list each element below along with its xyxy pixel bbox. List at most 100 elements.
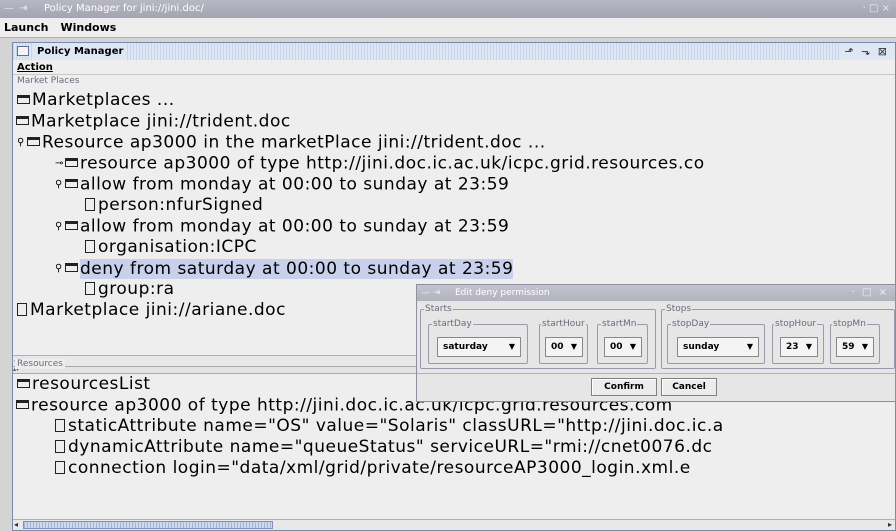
tree-node-label: resource ap3000 of type http://jini.doc.… xyxy=(80,153,705,174)
tree-leaf-node[interactable]: organisation:ICPC xyxy=(85,237,257,258)
dialog-buttons[interactable]: · □ × xyxy=(852,285,889,301)
dialog-separator xyxy=(417,373,895,374)
folder-icon xyxy=(16,400,29,409)
tree-node-label: deny from saturday at 00:00 to sunday at… xyxy=(80,258,514,279)
starts-label: Starts xyxy=(424,304,453,314)
folder-icon xyxy=(17,378,30,388)
start-hour-value: 00 xyxy=(551,342,564,352)
internal-frame-titlebar[interactable]: Policy Manager ⬏ ⬎ ⊠ xyxy=(13,43,895,60)
tree-folder-node[interactable]: ⚲ allow from monday at 00:00 to sunday at… xyxy=(55,174,509,195)
tree-folder-node[interactable]: resourcesList xyxy=(17,374,151,395)
menu-action[interactable]: Action xyxy=(17,62,53,73)
expand-handle-icon[interactable]: ⚲ xyxy=(55,216,65,237)
tree-node-label: Marketplace jini://ariane.doc xyxy=(30,300,286,320)
resources-hscroll-thumb[interactable] xyxy=(23,521,273,529)
tree-node-label: person:nfurSigned xyxy=(98,195,264,215)
tree-leaf-node[interactable]: connection login="data/xml/grid/private/… xyxy=(55,458,691,479)
resources-label: Resources xyxy=(15,359,65,369)
start-day-group: startDay saturday ▼ xyxy=(428,319,528,364)
start-mn-value: 00 xyxy=(610,342,623,352)
tree-folder-node[interactable]: ⚲ deny from saturday at 00:00 to sunday a… xyxy=(55,258,514,279)
stop-day-select[interactable]: sunday ▼ xyxy=(677,337,759,357)
menu-windows[interactable]: Windows xyxy=(60,21,116,34)
stops-group: Stops stopDay sunday ▼ stopHour 23 ▼ stopM… xyxy=(661,304,895,369)
stop-day-group: stopDay sunday ▼ xyxy=(667,319,765,364)
stop-hour-group: stopHour 23 ▼ xyxy=(772,319,824,364)
tree-leaf-node[interactable]: staticAttribute name="OS" value="Solaris… xyxy=(55,416,724,437)
stop-day-label: stopDay xyxy=(671,319,711,329)
expand-handle-icon[interactable]: ⚲ xyxy=(17,132,27,153)
document-icon xyxy=(85,239,95,253)
folder-icon xyxy=(65,158,78,167)
stop-mn-group: stopMn 59 ▼ xyxy=(830,319,880,364)
tree-leaf-node[interactable]: person:nfurSigned xyxy=(85,195,263,216)
internal-frame-title: Policy Manager xyxy=(33,43,128,60)
chevron-down-icon: ▼ xyxy=(570,342,577,351)
chevron-down-icon: ▼ xyxy=(805,342,812,351)
tree-leaf-node[interactable]: dynamicAttribute name="queueStatus" serv… xyxy=(55,437,712,458)
tree-node-label: Resource ap3000 in the marketPlace jini:… xyxy=(42,132,546,153)
stop-mn-select[interactable]: 59 ▼ xyxy=(836,337,874,357)
tree-folder-node[interactable]: Marketplaces ... xyxy=(17,90,175,111)
tree-node-label: staticAttribute name="OS" value="Solaris… xyxy=(68,416,724,436)
cancel-button[interactable]: Cancel xyxy=(661,378,717,396)
stops-label: Stops xyxy=(665,304,693,314)
folder-icon xyxy=(65,179,78,188)
tree-folder-node[interactable]: ⚲Marketplace jini://trident.doc xyxy=(13,111,291,132)
start-hour-group: startHour 00 ▼ xyxy=(539,319,588,364)
start-hour-label: startHour xyxy=(541,319,586,329)
tree-folder-node[interactable]: ⚲ allow from monday at 00:00 to sunday at… xyxy=(55,216,509,237)
stop-hour-select[interactable]: 23 ▼ xyxy=(780,337,818,357)
window-titlebar[interactable]: — ⇥ Policy Manager for jini://jini.doc/ … xyxy=(0,0,896,18)
document-icon xyxy=(17,302,27,316)
chevron-down-icon: ▼ xyxy=(746,342,753,351)
stop-mn-label: stopMn xyxy=(832,319,867,329)
starts-group: Starts startDay saturday ▼ startHour 00 ▼ … xyxy=(420,304,656,369)
folder-icon xyxy=(65,263,78,272)
tree-node-label: allow from monday at 00:00 to sunday at … xyxy=(80,174,510,195)
folder-icon xyxy=(65,221,78,230)
tree-node-label: Marketplace jini://trident.doc xyxy=(31,111,291,132)
tree-folder-node[interactable]: ⊸ resource ap3000 of type http://jini.doc… xyxy=(55,153,705,174)
menubar: Launch Windows xyxy=(0,18,896,38)
start-mn-select[interactable]: 00 ▼ xyxy=(604,337,642,357)
tree-node-label: dynamicAttribute name="queueStatus" serv… xyxy=(68,437,713,457)
start-day-select[interactable]: saturday ▼ xyxy=(437,337,521,357)
folder-icon xyxy=(27,137,40,146)
action-menubar: Action xyxy=(13,60,895,75)
tree-node-label: resourcesList xyxy=(32,374,151,394)
tree-node-label: connection login="data/xml/grid/private/… xyxy=(68,458,691,478)
folder-icon xyxy=(17,94,30,104)
window-title: Policy Manager for jini://jini.doc/ xyxy=(44,3,204,14)
window-menu-control[interactable]: — ⇥ xyxy=(4,0,29,18)
document-icon xyxy=(85,197,95,211)
expand-handle-icon[interactable]: ⚲ xyxy=(55,174,65,195)
tree-folder-node[interactable]: ⚲ Resource ap3000 in the marketPlace jini… xyxy=(17,132,546,153)
stop-hour-label: stopHour xyxy=(774,319,818,329)
expand-handle-icon[interactable]: ⚲ xyxy=(55,258,65,279)
folder-icon xyxy=(16,116,29,125)
chevron-down-icon: ▼ xyxy=(508,342,515,351)
tree-leaf-node[interactable]: group:ra xyxy=(85,279,175,300)
stop-mn-value: 59 xyxy=(842,342,855,352)
confirm-button[interactable]: Confirm xyxy=(591,378,657,396)
start-day-label: startDay xyxy=(432,319,473,329)
frame-icon xyxy=(17,46,29,56)
window-buttons[interactable]: · □ × xyxy=(863,0,890,18)
tree-node-label: organisation:ICPC xyxy=(98,237,257,257)
tree-node-label: allow from monday at 00:00 to sunday at … xyxy=(80,216,510,237)
document-icon xyxy=(55,439,65,453)
menu-launch[interactable]: Launch xyxy=(4,21,48,34)
tree-node-label: group:ra xyxy=(98,279,175,299)
internal-frame-buttons[interactable]: ⬏ ⬎ ⊠ xyxy=(840,43,893,60)
dialog-titlebar[interactable]: — ⇥ Edit deny permission · □ × xyxy=(417,285,895,301)
document-icon xyxy=(55,418,65,432)
resources-hscroll[interactable]: ◂ ▸ xyxy=(13,519,895,530)
document-icon xyxy=(85,281,95,295)
dialog-menu-control[interactable]: — ⇥ xyxy=(421,285,440,301)
expand-handle-icon[interactable]: ⊸ xyxy=(55,153,65,174)
tree-leaf-node[interactable]: Marketplace jini://ariane.doc xyxy=(17,300,286,321)
tree-node-label: Marketplaces ... xyxy=(32,90,175,110)
start-mn-label: startMn xyxy=(601,319,638,329)
start-hour-select[interactable]: 00 ▼ xyxy=(545,337,583,357)
